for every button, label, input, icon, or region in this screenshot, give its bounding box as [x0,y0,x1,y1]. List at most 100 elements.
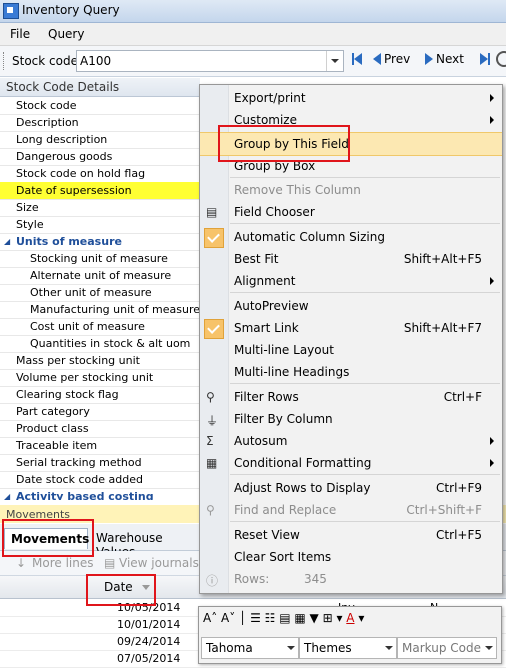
menu-item-group-by-this-field[interactable]: Group by This Field [200,132,502,156]
menu-shortcut: Ctrl+F5 [436,528,482,542]
menu-item-conditional-formatting[interactable]: ▦ Conditional Formatting [200,452,502,474]
menu-query[interactable]: Query [48,27,84,41]
movements-title: Movements [6,508,70,521]
field-row[interactable]: Product class [0,420,200,438]
submenu-arrow-icon [490,437,494,445]
menu-item-multi-line-headings[interactable]: Multi-line Headings [200,361,502,383]
check-icon [204,228,224,248]
format-buttons-icon[interactable]: A˄ A˅ │ ☰ ☷ ▤ ▦ ▼ ⊞ ▾ A ▾ [203,611,364,625]
field-row[interactable]: Description [0,114,200,132]
field-row[interactable]: Alternate unit of measure [0,267,200,285]
menu-item-label: Multi-line Layout [234,343,334,357]
submenu-arrow-icon [490,459,494,467]
prev-button[interactable]: Prev [373,52,413,68]
menu-item-autosum[interactable]: Σ Autosum [200,430,502,452]
check-icon [204,319,224,339]
field-row[interactable]: Mass per stocking unit [0,352,200,370]
field-row[interactable]: Part category [0,403,200,421]
field-row[interactable]: Manufacturing unit of measure [0,301,200,319]
themes-value: Themes [304,641,352,655]
field-label: Activity based costing [16,490,154,500]
collapse-icon[interactable]: ◢ [4,237,10,246]
conditional-format-icon: ▦ [206,456,218,470]
menu-item-label: Filter By Column [234,412,333,426]
first-button[interactable] [352,52,362,68]
menu-item-adjust-rows-to-display[interactable]: Adjust Rows to Display Ctrl+F9 [200,477,502,499]
menu-file[interactable]: File [10,27,30,41]
submenu-arrow-icon [490,277,494,285]
font-combo[interactable]: Tahoma [201,637,299,659]
menu-item-filter-by-column[interactable]: ⏚ Filter By Column [200,408,502,430]
view-journals-button[interactable]: View journals [119,556,199,570]
menu-item-reset-view[interactable]: Reset View Ctrl+F5 [200,524,502,546]
tab-warehouse-values[interactable]: Warehouse Values [90,528,198,559]
menu-item-smart-link[interactable]: Smart Link Shift+Alt+F7 [200,317,502,339]
more-lines-button[interactable]: More lines [32,556,93,570]
toolbar-grip[interactable] [3,52,7,70]
field-row[interactable]: Stocking unit of measure [0,250,200,268]
chevron-down-icon[interactable] [326,51,343,71]
field-label: Long description [16,133,108,146]
app-icon [3,3,19,19]
menu-item-autopreview[interactable]: AutoPreview [200,295,502,317]
menu-item-clear-sort-items[interactable]: Clear Sort Items [200,546,502,568]
prev-arrow-icon [373,53,381,65]
field-row[interactable]: Cost unit of measure [0,318,200,336]
field-row[interactable]: Style [0,216,200,234]
menu-item-label: AutoPreview [234,299,309,313]
menu-item-multi-line-layout[interactable]: Multi-line Layout [200,339,502,361]
markup-combo[interactable]: Markup Code [397,637,497,659]
sigma-icon: Σ [206,434,214,448]
menu-item-label: Group by Box [234,159,316,173]
menu-separator [230,292,500,293]
menu-item-label: Autosum [234,434,288,448]
stock-code-input[interactable]: A100 [76,50,344,72]
field-row[interactable]: Date stock code added [0,471,200,489]
field-row[interactable]: ◢ Activity based costing [0,488,200,500]
menu-shortcut: Ctrl+Shift+F [406,503,482,517]
last-button[interactable] [480,52,490,68]
field-row[interactable]: Stock code [0,97,200,115]
field-row[interactable]: Size [0,199,200,217]
field-row[interactable]: Date of supersession [0,182,200,200]
field-row[interactable]: Stock code on hold flag [0,165,200,183]
menu-item-label: Smart Link [234,321,299,335]
window-title: Inventory Query [22,3,120,17]
next-label: Next [436,52,464,66]
menu-item-export-print[interactable]: Export/print [200,87,502,109]
menu-item-alignment[interactable]: Alignment [200,270,502,292]
tab-movements[interactable]: Movements [4,528,89,549]
field-row[interactable]: Dangerous goods [0,148,200,166]
menu-item-best-fit[interactable]: Best Fit Shift+Alt+F5 [200,248,502,270]
row-date: 09/24/2014 [117,635,181,648]
menu-item-field-chooser[interactable]: ▤ Field Chooser [200,201,502,223]
field-row[interactable]: Long description [0,131,200,149]
field-row[interactable]: Volume per stocking unit [0,369,200,387]
menu-item-group-by-box[interactable]: Group by Box [200,155,502,177]
menu-separator [230,383,500,384]
menu-item-automatic-column-sizing[interactable]: Automatic Column Sizing [200,226,502,248]
sort-dropdown-icon[interactable] [142,585,150,590]
date-column-header[interactable]: Date [104,580,133,594]
field-row[interactable]: Clearing stock flag [0,386,200,404]
menu-item-label: Rows: [234,572,270,586]
menu-bar: File Query [0,23,506,46]
menu-item-filter-rows[interactable]: ⚲ Filter Rows Ctrl+F [200,386,502,408]
field-row[interactable]: Traceable item [0,437,200,455]
field-label: Stock code [16,99,77,112]
field-label: Part category [16,405,90,418]
collapse-icon[interactable]: ◢ [4,492,10,500]
info-icon: ⓘ [206,574,219,588]
field-row[interactable]: Serial tracking method [0,454,200,472]
menu-item-label: Alignment [234,274,296,288]
next-button[interactable]: Next [425,52,467,68]
more-lines-icon: ↓ [16,556,27,570]
field-row[interactable]: ◢ Units of measure [0,233,200,251]
field-row[interactable]: Other unit of measure [0,284,200,302]
menu-item-label: Remove This Column [234,183,361,197]
menu-item-label: Multi-line Headings [234,365,350,379]
themes-combo[interactable]: Themes [299,637,397,659]
search-icon[interactable] [496,51,506,67]
field-row[interactable]: Quantities in stock & alt uom [0,335,200,353]
menu-item-customize[interactable]: Customize [200,109,502,131]
